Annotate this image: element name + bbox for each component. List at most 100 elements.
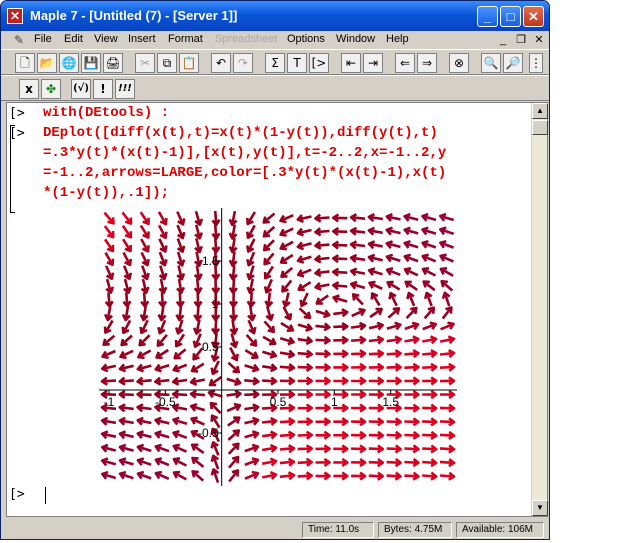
save-icon[interactable]: 💾 [81, 53, 101, 73]
input-line-4[interactable]: =-1..2,arrows=LARGE,color=[.3*y(t)*(x(t)… [43, 165, 446, 181]
menu-file[interactable]: File [34, 33, 52, 45]
menu-edit[interactable]: Edit [64, 33, 83, 45]
field-arrow [297, 444, 313, 454]
interrupt-icon[interactable]: x [19, 79, 39, 99]
maple-app-icon[interactable]: ✕ [7, 8, 23, 24]
field-arrow [403, 226, 419, 236]
field-arrow [422, 335, 438, 345]
field-arrow [121, 305, 131, 322]
field-arrow [158, 251, 168, 267]
check-icon[interactable]: (√) [71, 79, 91, 99]
field-arrow [279, 430, 296, 440]
maximize-button[interactable]: □ [500, 6, 521, 27]
menu-format[interactable]: Format [168, 33, 203, 45]
field-arrow [349, 267, 366, 277]
vector-field-plot[interactable]: -1 -0.5 0.5 1 1.5 1.5 1 0.5 -0.5 [87, 206, 467, 488]
status-bytes: Bytes: 4.75M [378, 522, 452, 538]
copy-icon[interactable]: ⧉ [157, 53, 177, 73]
menu-window[interactable]: Window [336, 33, 375, 45]
menu-options[interactable]: Options [287, 33, 325, 45]
field-arrow [368, 335, 385, 345]
field-arrow [404, 457, 420, 468]
field-arrow [228, 210, 238, 227]
expand-icon[interactable]: ⇥ [363, 53, 383, 73]
field-arrow [228, 251, 238, 267]
open-icon[interactable]: 📂 [37, 53, 57, 73]
input-line-5[interactable]: *(1-y(t)),.1]); [43, 185, 169, 201]
field-arrow [176, 278, 186, 295]
field-arrow [368, 321, 384, 331]
scroll-thumb[interactable] [532, 120, 548, 135]
title-bar[interactable]: ✕ Maple 7 - [Untitled (7) - [Server 1]] … [1, 1, 549, 31]
undo-icon[interactable]: ↶ [211, 53, 231, 73]
text-icon[interactable]: T [287, 53, 307, 73]
worksheet[interactable]: [> with(DEtools) : [> DEplot([diff(x(t),… [6, 102, 548, 517]
field-arrow [193, 265, 203, 281]
field-arrow [136, 376, 152, 386]
field-arrow [176, 224, 186, 240]
document-icon[interactable]: ✎ [14, 33, 28, 47]
field-arrow [227, 442, 240, 455]
vertical-scrollbar[interactable]: ▲ ▼ [531, 103, 548, 516]
zoom-more-icon[interactable]: ⋮ [529, 53, 543, 73]
collapse-icon[interactable]: ⇤ [341, 53, 361, 73]
field-arrow [100, 416, 117, 426]
close-button[interactable]: ✕ [523, 6, 544, 27]
sum-icon[interactable]: Σ [265, 53, 285, 73]
field-arrow [261, 416, 278, 426]
field-arrow [367, 213, 384, 223]
field-arrow [422, 471, 438, 481]
field-arrow [385, 267, 401, 277]
field-arrow [190, 416, 205, 426]
input-line-1[interactable]: with(DEtools) : [43, 105, 169, 121]
field-arrow [315, 376, 331, 386]
field-arrow [261, 457, 278, 467]
scroll-up-button[interactable]: ▲ [532, 103, 548, 119]
doc-restore-button[interactable]: ❐ [513, 33, 529, 47]
field-arrow [172, 430, 188, 440]
minimize-button[interactable]: _ [477, 6, 498, 27]
cut-icon[interactable]: ✂ [135, 53, 155, 73]
field-arrow [158, 278, 168, 295]
paste-icon[interactable]: 📋 [179, 53, 199, 73]
execute-icon[interactable]: ! [93, 79, 113, 99]
field-arrow [422, 430, 438, 440]
field-arrow [297, 430, 313, 440]
execute-all-icon[interactable]: !!! [115, 79, 135, 99]
field-arrow [351, 430, 367, 440]
field-arrow [121, 211, 133, 225]
input-line-3[interactable]: =.3*y(t)*(x(t)-1)],[x(t),y(t)],t=-2..2,x… [43, 145, 446, 161]
open-url-icon[interactable]: 🌐 [59, 53, 79, 73]
doc-close-button[interactable]: ✕ [531, 33, 547, 47]
scroll-down-button[interactable]: ▼ [532, 500, 548, 516]
field-arrow [103, 225, 115, 239]
redo-icon[interactable]: ↷ [233, 53, 253, 73]
field-arrow [136, 389, 152, 400]
maple-leaf-icon[interactable]: ✤ [41, 79, 61, 99]
menu-view[interactable]: View [94, 33, 118, 45]
field-arrow [440, 280, 454, 292]
input-line-2[interactable]: DEplot([diff(x(t),t)=x(t)*(1-y(t)),diff(… [43, 125, 438, 141]
menu-help[interactable]: Help [386, 33, 409, 45]
prompt-marker: [> [9, 106, 25, 121]
field-arrow [172, 470, 187, 481]
new-icon[interactable]: 🗋 [15, 53, 35, 73]
forward-icon[interactable]: ⇒ [417, 53, 437, 73]
zoom-in-icon[interactable]: 🔍 [481, 53, 501, 73]
field-arrow [246, 278, 256, 294]
field-arrow [315, 335, 331, 345]
back-icon[interactable]: ⇐ [395, 53, 415, 73]
maple-window: ✕ Maple 7 - [Untitled (7) - [Server 1]] … [0, 0, 550, 540]
field-arrow [386, 335, 402, 345]
field-arrow [404, 335, 420, 345]
field-arrow [156, 333, 168, 347]
print-icon[interactable]: 🖨 [103, 53, 123, 73]
prompt-icon[interactable]: [> [309, 53, 329, 73]
field-arrow [368, 430, 385, 440]
doc-minimize-button[interactable]: _ [495, 33, 511, 47]
group-bracket[interactable] [10, 125, 15, 213]
status-available: Available: 106M [456, 522, 544, 538]
stop-icon[interactable]: ⊗ [449, 53, 469, 73]
zoom-out-icon[interactable]: 🔎 [503, 53, 523, 73]
menu-insert[interactable]: Insert [128, 33, 156, 45]
